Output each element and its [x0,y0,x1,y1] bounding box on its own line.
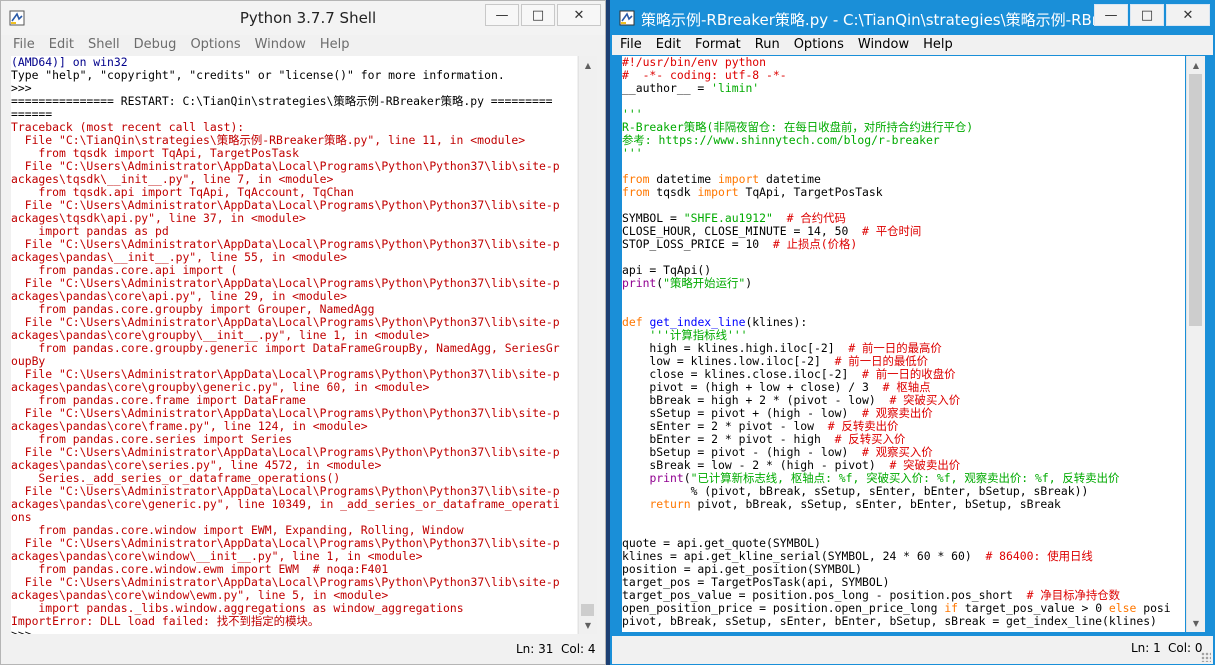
shell-titlebar[interactable]: Python 3.7.7 Shell — □ ✕ [1,1,605,35]
menu-help[interactable]: Help [915,35,959,55]
python-file-icon [619,10,635,26]
resize-grip-icon[interactable] [1201,652,1211,662]
menu-edit[interactable]: Edit [648,35,687,55]
close-icon[interactable]: ✕ [557,4,601,26]
shell-line: >>> [11,627,39,635]
scroll-down-icon[interactable]: ▼ [579,616,597,634]
shell-scrollbar[interactable]: ▲ ▼ [578,56,597,634]
menu-shell[interactable]: Shell [80,35,126,55]
menu-debug[interactable]: Debug [126,35,183,55]
maximize-icon[interactable]: □ [1130,4,1164,26]
menu-options[interactable]: Options [182,35,246,55]
menu-run[interactable]: Run [747,35,786,55]
menu-options[interactable]: Options [786,35,850,55]
editor-code-area[interactable]: #!/usr/bin/env python # -*- coding: utf-8… [622,56,1185,632]
line-number: Ln: 1 [1131,641,1161,655]
editor-scrollbar[interactable]: ▲ ▼ [1186,56,1205,632]
menu-window[interactable]: Window [247,35,312,55]
menu-window[interactable]: Window [850,35,915,55]
minimize-icon[interactable]: — [485,4,519,26]
scroll-up-icon[interactable]: ▲ [579,56,597,74]
line-number: Ln: 31 [516,642,554,656]
menu-file[interactable]: File [5,35,41,55]
shell-line: ackages\pandas\core\generic.py", line 10… [11,497,560,511]
shell-line: from pandas.core.groupby.generic import … [11,341,560,355]
minimize-icon[interactable]: — [1094,4,1128,26]
column-number: Col: 0 [1168,641,1203,655]
code-line: pivot, bBreak, sSetup, sEnter, bEnter, b… [622,614,1157,628]
code-line: 参考: https://www.shinnytech.com/blog/r-br… [622,133,940,147]
shell-line: =============== RESTART: C:\TianQin\stra… [11,94,553,108]
editor-window: 策略示例-RBreaker策略.py - C:\TianQin\strategi… [610,0,1215,665]
code-line: STOP_LOSS_PRICE = 10 # 止损点(价格) [622,237,858,251]
code-line: ''' [622,146,643,160]
shell-menubar: File Edit Shell Debug Options Window Help [5,35,601,55]
shell-title: Python 3.7.7 Shell [239,9,377,27]
menu-help[interactable]: Help [312,35,356,55]
menu-file[interactable]: File [612,35,648,55]
scroll-up-icon[interactable]: ▲ [1187,56,1205,74]
shell-window: Python 3.7.7 Shell — □ ✕ File Edit Shell De… [0,0,606,665]
code-line: print("策略开始运行") [622,276,753,290]
editor-titlebar[interactable]: 策略示例-RBreaker策略.py - C:\TianQin\strategi… [611,1,1214,35]
shell-output-area[interactable]: (AMD64)] on win32 Type "help", "copyright… [11,56,577,634]
code-line: return pivot, bBreak, sSetup, sEnter, bE… [649,497,1061,511]
shell-line: ImportError: DLL load failed: 找不到指定的模块。 [11,614,320,628]
scroll-thumb[interactable] [1189,74,1202,326]
scroll-thumb[interactable] [581,604,594,616]
shell-line: Type "help", "copyright", "credits" or "… [11,68,505,82]
scroll-down-icon[interactable]: ▼ [1187,614,1205,632]
editor-title: 策略示例-RBreaker策略.py - C:\TianQin\strategi… [641,11,1096,29]
editor-statusbar: Ln: 1 Col: 0 [612,636,1213,664]
menu-edit[interactable]: Edit [41,35,80,55]
shell-statusbar: Ln: 31 Col: 4 [1,637,605,659]
editor-menubar: File Edit Format Run Options Window Help [612,35,1213,55]
code-line: from tqsdk import TqApi, TargetPosTask [622,185,883,199]
close-icon[interactable]: ✕ [1166,4,1210,26]
menu-format[interactable]: Format [687,35,747,55]
code-line: __author__ = 'limin' [622,81,760,95]
column-number: Col: 4 [561,642,596,656]
maximize-icon[interactable]: □ [521,4,555,26]
